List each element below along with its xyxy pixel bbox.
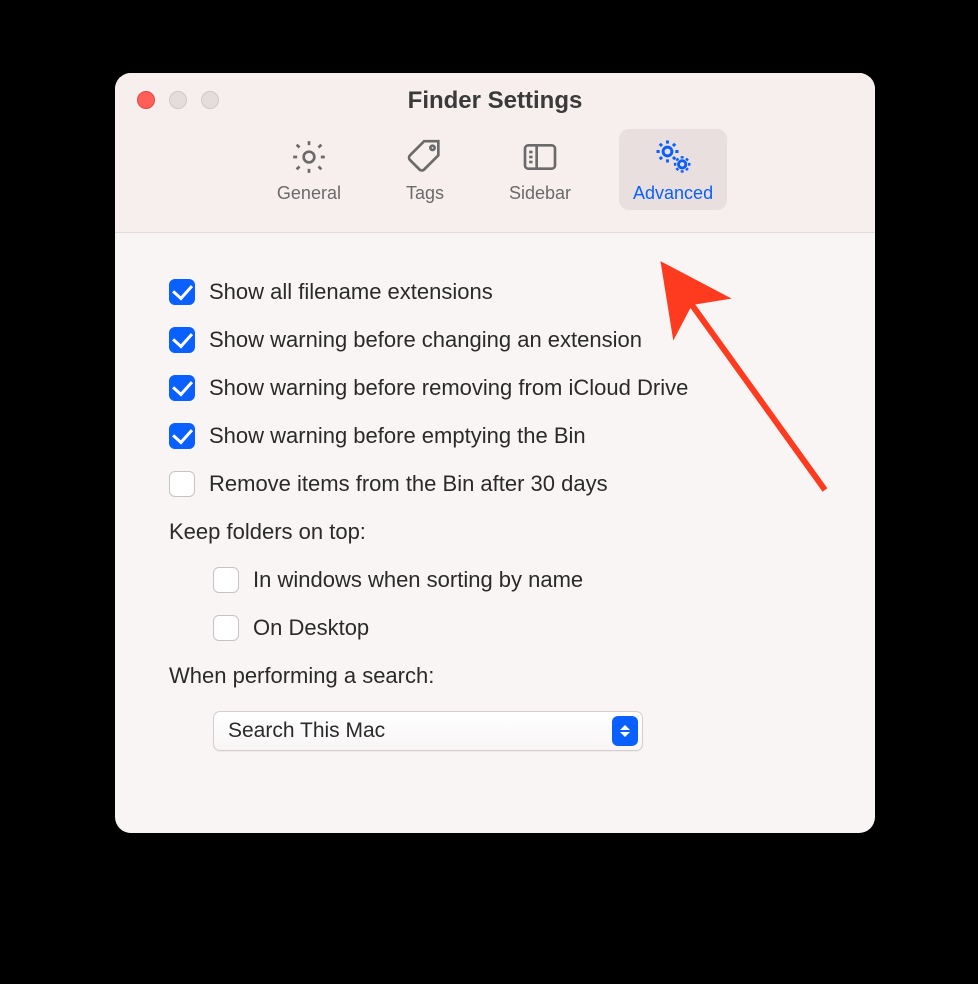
checkbox[interactable]: [169, 327, 195, 353]
tab-label: General: [277, 183, 341, 204]
option-warn-empty-bin[interactable]: Show warning before emptying the Bin: [169, 423, 821, 449]
titlebar: Finder Settings General T: [115, 73, 875, 233]
checkbox[interactable]: [213, 567, 239, 593]
option-label: Show warning before changing an extensio…: [209, 327, 642, 353]
tab-sidebar[interactable]: Sidebar: [495, 129, 585, 210]
checkbox[interactable]: [169, 471, 195, 497]
keep-folders-heading: Keep folders on top:: [169, 519, 821, 545]
option-warn-extension-change[interactable]: Show warning before changing an extensio…: [169, 327, 821, 353]
window-controls: [137, 91, 219, 109]
checkbox[interactable]: [213, 615, 239, 641]
option-label: Show all filename extensions: [209, 279, 493, 305]
close-button[interactable]: [137, 91, 155, 109]
tab-advanced[interactable]: Advanced: [619, 129, 727, 210]
tab-tags[interactable]: Tags: [389, 129, 461, 210]
sidebar-icon: [518, 135, 562, 179]
option-remove-after-30-days[interactable]: Remove items from the Bin after 30 days: [169, 471, 821, 497]
tag-icon: [403, 135, 447, 179]
tab-label: Sidebar: [509, 183, 571, 204]
updown-icon: [612, 716, 638, 746]
gear-icon: [287, 135, 331, 179]
option-label: On Desktop: [253, 615, 369, 641]
tab-label: Advanced: [633, 183, 713, 204]
option-label: Remove items from the Bin after 30 days: [209, 471, 608, 497]
checkbox[interactable]: [169, 279, 195, 305]
finder-settings-window: Finder Settings General T: [115, 73, 875, 833]
advanced-pane: Show all filename extensions Show warnin…: [115, 233, 875, 781]
minimize-button[interactable]: [169, 91, 187, 109]
option-label: Show warning before removing from iCloud…: [209, 375, 688, 401]
checkbox[interactable]: [169, 375, 195, 401]
option-warn-icloud-remove[interactable]: Show warning before removing from iCloud…: [169, 375, 821, 401]
checkbox[interactable]: [169, 423, 195, 449]
option-folders-desktop[interactable]: On Desktop: [169, 615, 821, 641]
window-title: Finder Settings: [115, 73, 875, 115]
select-value: Search This Mac: [228, 719, 385, 743]
search-scope-select[interactable]: Search This Mac: [213, 711, 643, 751]
option-show-extensions[interactable]: Show all filename extensions: [169, 279, 821, 305]
option-folders-sort-name[interactable]: In windows when sorting by name: [169, 567, 821, 593]
option-label: In windows when sorting by name: [253, 567, 583, 593]
tab-general[interactable]: General: [263, 129, 355, 210]
tab-label: Tags: [406, 183, 444, 204]
option-label: Show warning before emptying the Bin: [209, 423, 586, 449]
settings-tabs: General Tags: [115, 129, 875, 210]
gears-icon: [651, 135, 695, 179]
zoom-button[interactable]: [201, 91, 219, 109]
search-heading: When performing a search:: [169, 663, 821, 689]
